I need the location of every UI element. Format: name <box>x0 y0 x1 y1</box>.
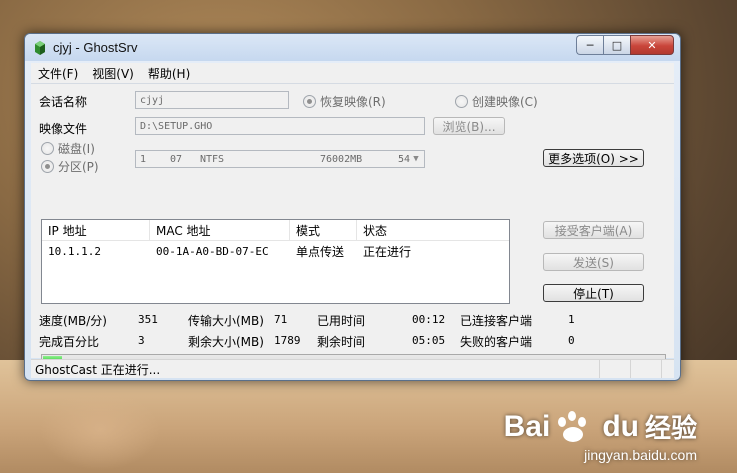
session-name-field[interactable]: cjyj <box>135 91 289 109</box>
ghostsrv-window: cjyj - GhostSrv ─ □ ✕ 文件(F) 视图(V) 帮助(H) … <box>24 33 681 381</box>
image-file-field[interactable]: D:\SETUP.GHO <box>135 117 425 135</box>
browse-button[interactable]: 浏览(B)... <box>433 117 505 135</box>
accept-clients-button[interactable]: 接受客户端(A) <box>543 221 644 239</box>
speed-label: 速度(MB/分) <box>39 314 107 328</box>
status-cell <box>600 360 631 378</box>
row-ip: 10.1.1.2 <box>48 244 101 258</box>
status-bar: GhostCast 正在进行... <box>31 359 674 378</box>
disk-label: 磁盘(I) <box>58 142 95 156</box>
percent-complete-label: 完成百分比 <box>39 335 100 349</box>
remaining-size-label: 剩余大小(MB) <box>188 335 264 349</box>
partition-size: 76002MB <box>320 154 363 165</box>
restore-radio-dot <box>303 95 316 108</box>
col-mode[interactable]: 模式 <box>290 220 357 240</box>
restore-image-radio[interactable]: 恢复映像(R) <box>303 93 386 110</box>
session-name-label: 会话名称 <box>39 95 88 109</box>
percent-complete-value: 3 <box>138 334 145 347</box>
partition-fs: NTFS <box>200 154 225 165</box>
col-ip[interactable]: IP 地址 <box>42 220 150 240</box>
status-cell-2 <box>631 360 662 378</box>
watermark-brand: Bai <box>503 409 551 443</box>
row-mac: 00-1A-A0-BD-07-EC <box>156 244 269 258</box>
minimize-button[interactable]: ─ <box>576 35 603 55</box>
status-text: GhostCast 正在进行... <box>31 360 600 378</box>
menu-file[interactable]: 文件(F) <box>31 65 85 82</box>
col-mac[interactable]: MAC 地址 <box>150 220 290 240</box>
disk-radio[interactable]: 磁盘(I) <box>41 140 95 157</box>
menu-bar: 文件(F) 视图(V) 帮助(H) <box>31 63 674 84</box>
elapsed-time-value: 00:12 <box>412 313 446 326</box>
col-status[interactable]: 状态 <box>357 220 507 240</box>
connected-clients-label: 已连接客户端 <box>460 314 533 328</box>
paw-icon <box>556 410 596 443</box>
table-row[interactable]: 10.1.1.2 00-1A-A0-BD-07-EC 单点传送 正在进行 <box>42 242 509 260</box>
more-options-button[interactable]: 更多选项(O) >> <box>543 149 644 167</box>
transfer-size-label: 传输大小(MB) <box>188 314 264 328</box>
create-image-radio[interactable]: 创建映像(C) <box>455 93 538 110</box>
maximize-button[interactable]: □ <box>603 35 630 55</box>
chevron-down-icon[interactable]: ▼ <box>408 151 424 167</box>
main-panel: 会话名称 cjyj 恢复映像(R) 创建映像(C) 映像文件 D:\SETUP.… <box>31 84 674 372</box>
watermark-url: jingyan.baidu.com <box>584 447 697 463</box>
row-status: 正在进行 <box>363 244 412 259</box>
menu-view[interactable]: 视图(V) <box>85 65 141 82</box>
remaining-size-value: 1789 <box>274 334 301 347</box>
connected-clients-value: 1 <box>568 313 575 326</box>
clients-table-header: IP 地址 MAC 地址 模式 状态 <box>42 220 509 241</box>
stop-button[interactable]: 停止(T) <box>543 284 644 302</box>
window-title: cjyj - GhostSrv <box>53 40 138 55</box>
clients-table: IP 地址 MAC 地址 模式 状态 10.1.1.2 00-1A-A0-BD-… <box>41 219 510 304</box>
restore-image-label: 恢复映像(R) <box>320 95 386 109</box>
partition-radio[interactable]: 分区(P) <box>41 158 99 175</box>
partition-num: 1 <box>140 154 147 165</box>
menu-help[interactable]: 帮助(H) <box>141 65 197 82</box>
failed-clients-label: 失败的客户端 <box>460 335 533 349</box>
create-image-label: 创建映像(C) <box>472 95 538 109</box>
ghost-app-icon <box>35 41 45 55</box>
watermark-brand-suffix: du <box>602 409 639 443</box>
partition-radio-dot <box>41 160 54 173</box>
disk-radio-dot <box>41 142 54 155</box>
row-mode: 单点传送 <box>296 244 345 259</box>
time-left-value: 05:05 <box>412 334 446 347</box>
partition-select[interactable]: 1 07 NTFS 76002MB 54 ▼ <box>135 150 425 168</box>
time-left-label: 剩余时间 <box>317 335 366 349</box>
partition-id: 07 <box>170 154 183 165</box>
baidu-watermark: Bai du 经验 jingyan.baidu.com <box>503 408 697 464</box>
title-bar[interactable]: cjyj - GhostSrv ─ □ ✕ <box>25 34 680 61</box>
transfer-size-value: 71 <box>274 313 288 326</box>
partition-label: 分区(P) <box>58 160 99 174</box>
send-button[interactable]: 发送(S) <box>543 253 644 271</box>
close-button[interactable]: ✕ <box>630 35 674 55</box>
image-file-label: 映像文件 <box>39 122 88 136</box>
speed-value: 351 <box>138 313 158 326</box>
create-radio-dot <box>455 95 468 108</box>
resize-grip-icon[interactable] <box>662 360 674 378</box>
window-controls: ─ □ ✕ <box>576 35 674 55</box>
watermark-product: 经验 <box>644 413 697 443</box>
failed-clients-value: 0 <box>568 334 575 347</box>
elapsed-time-label: 已用时间 <box>317 314 366 328</box>
